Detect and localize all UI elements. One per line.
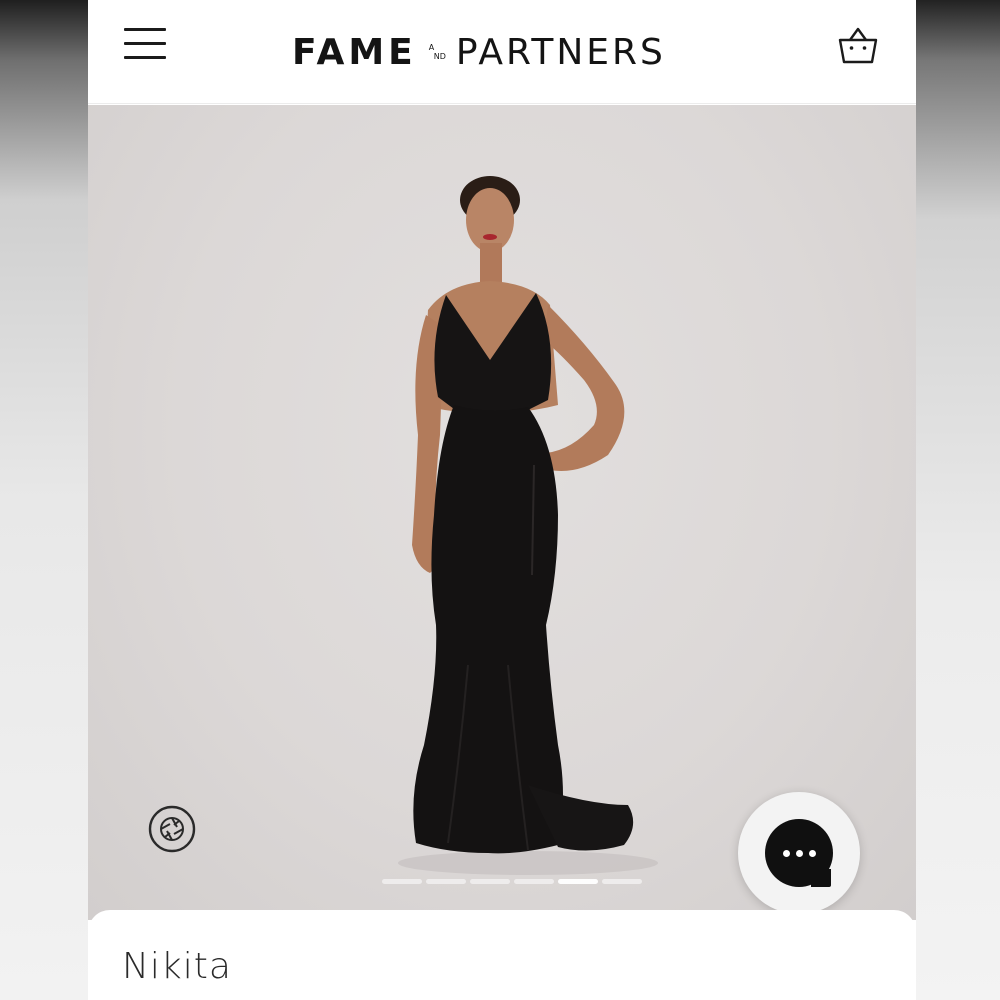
site-header: FAME A ND PARTNERS xyxy=(88,0,916,104)
logo-and: A ND xyxy=(428,43,446,61)
background-edge xyxy=(916,0,1000,1000)
camera-aperture-icon[interactable] xyxy=(146,803,198,855)
gallery-pagination xyxy=(382,879,642,884)
logo-fame: FAME xyxy=(292,31,417,73)
hamburger-menu-icon[interactable] xyxy=(122,26,168,64)
gallery-dot[interactable] xyxy=(426,879,466,884)
product-title: Nikita xyxy=(122,946,232,987)
shopping-bag-icon[interactable] xyxy=(836,24,880,66)
gallery-dot-active[interactable] xyxy=(558,879,598,884)
mobile-page: FAME A ND PARTNERS Nikita xyxy=(88,0,916,1000)
gallery-dot[interactable] xyxy=(382,879,422,884)
gallery-dot[interactable] xyxy=(514,879,554,884)
gallery-dot[interactable] xyxy=(602,879,642,884)
product-info-card: Nikita xyxy=(88,910,916,1000)
chat-bubble xyxy=(765,819,833,887)
logo-partners: PARTNERS xyxy=(455,31,666,73)
chat-bubble-icon[interactable] xyxy=(738,792,860,914)
gallery-dot[interactable] xyxy=(470,879,510,884)
brand-logo[interactable]: FAME A ND PARTNERS xyxy=(292,30,666,74)
